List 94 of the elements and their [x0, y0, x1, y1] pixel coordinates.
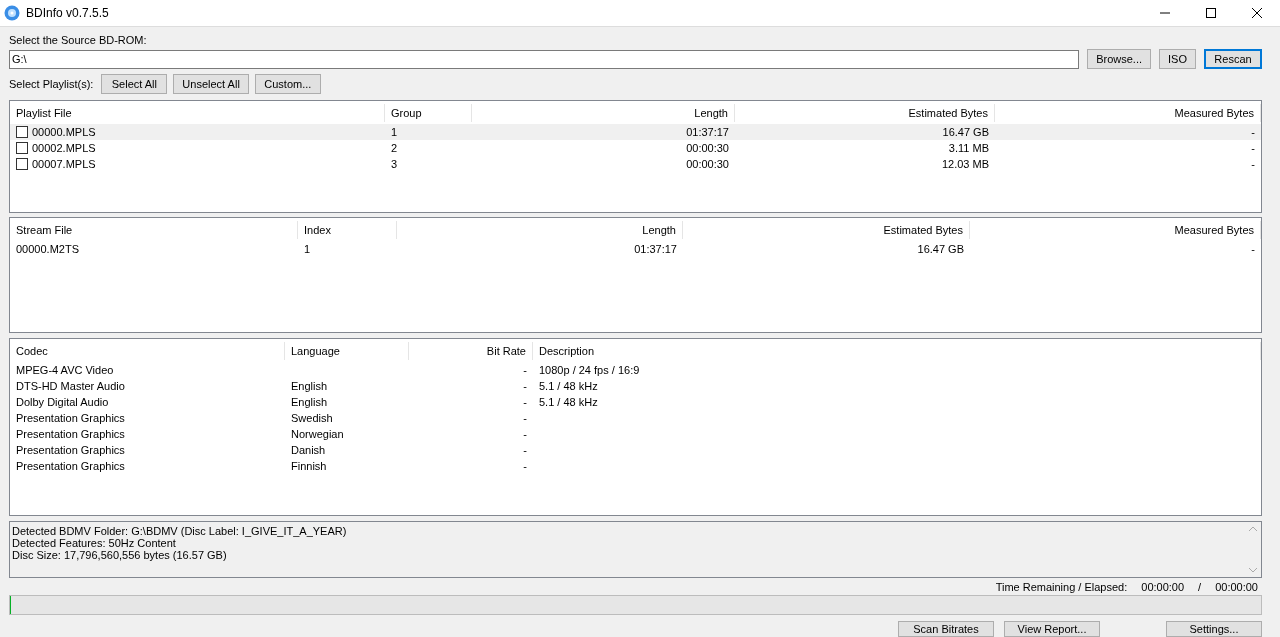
list-row[interactable]: DTS-HD Master Audio English - 5.1 / 48 kHz	[10, 378, 1261, 394]
footer-button[interactable]: Settings...	[1166, 621, 1262, 637]
table-cell: -	[523, 412, 527, 424]
info-text: Detected BDMV Folder: G:\BDMV (Disc Label: I_GIVE_IT_A_YEAR)	[12, 525, 348, 537]
table-cell: 1	[304, 243, 311, 255]
column-header[interactable]: Codec	[10, 341, 285, 360]
table-cell: -	[1251, 142, 1255, 154]
column-header[interactable]: Length	[472, 103, 735, 122]
list-row[interactable]: Presentation Graphics Swedish -	[10, 410, 1261, 426]
table-cell: -	[523, 428, 527, 440]
table-cell: Norwegian	[291, 428, 344, 440]
table-cell: 16.47 GB	[917, 243, 964, 255]
info-text: Disc Size: 17,796,560,556 bytes (16.57 GB)	[12, 549, 228, 561]
column-header[interactable]: Description	[533, 341, 1261, 360]
table-cell: -	[1251, 158, 1255, 170]
checkbox[interactable]	[16, 158, 28, 170]
list-row[interactable]: 00007.MPLS 3 00:00:30 12.03 MB -	[10, 156, 1261, 172]
playlist-button[interactable]: Unselect All	[173, 74, 249, 94]
table-cell: 5.1 / 48 kHz	[539, 380, 598, 392]
table-cell: 2	[391, 142, 398, 154]
table-cell: 3.11 MB	[948, 142, 989, 154]
table-cell: 00:00:30	[686, 158, 729, 170]
source-button[interactable]: ISO	[1159, 49, 1196, 69]
table-cell: Swedish	[291, 412, 333, 424]
column-header[interactable]: Estimated Bytes	[735, 103, 995, 122]
list-row[interactable]: Presentation Graphics Finnish -	[10, 458, 1261, 474]
table-cell: 16.47 GB	[942, 126, 989, 138]
window-title: BDInfo v0.7.5.5	[26, 6, 109, 20]
column-header[interactable]: Measured Bytes	[970, 220, 1261, 239]
time-separator: /	[1198, 580, 1202, 593]
column-header[interactable]: Playlist File	[10, 103, 385, 122]
table-cell: Dolby Digital Audio	[16, 396, 109, 408]
table-cell: 1080p / 24 fps / 16:9	[539, 364, 640, 376]
table-cell: Presentation Graphics	[16, 428, 125, 440]
table-cell: Presentation Graphics	[16, 444, 125, 456]
playlist-label: Select Playlist(s):	[9, 77, 94, 91]
list-row[interactable]: 00000.M2TS 1 01:37:17 16.47 GB -	[10, 241, 1261, 257]
table-cell: Finnish	[291, 460, 327, 472]
playlist-button[interactable]: Custom...	[254, 74, 321, 94]
table-cell: 00:00:30	[686, 142, 729, 154]
table-cell: -	[1251, 243, 1255, 255]
table-cell: 00007.MPLS	[32, 158, 96, 170]
column-header[interactable]: Measured Bytes	[995, 103, 1261, 122]
table-cell: Presentation Graphics	[16, 412, 125, 424]
table-cell: Presentation Graphics	[16, 460, 125, 472]
table-cell: 12.03 MB	[941, 158, 989, 170]
table-cell: 5.1 / 48 kHz	[539, 396, 598, 408]
column-header[interactable]: Language	[285, 341, 409, 360]
table-cell: 01:37:17	[686, 126, 729, 138]
table-cell: English	[291, 396, 328, 408]
column-header[interactable]: Group	[385, 103, 472, 122]
source-path-field[interactable]: G:\	[9, 49, 1080, 69]
footer-button[interactable]: Scan Bitrates	[898, 621, 994, 637]
playlist-button[interactable]: Select All	[101, 74, 168, 94]
table-cell: English	[291, 380, 328, 392]
column-header[interactable]: Stream File	[10, 220, 298, 239]
table-cell: Danish	[291, 444, 326, 456]
table-cell: -	[523, 444, 527, 456]
table-cell: 01:37:17	[634, 243, 677, 255]
column-header[interactable]: Bit Rate	[409, 341, 533, 360]
selected-row[interactable]: 00000.MPLS 1 01:37:17 16.47 GB -	[10, 124, 1261, 140]
table-cell: 1	[391, 126, 398, 138]
list-row[interactable]: 00002.MPLS 2 00:00:30 3.11 MB -	[10, 140, 1261, 156]
list-row[interactable]: Presentation Graphics Norwegian -	[10, 426, 1261, 442]
checkbox[interactable]	[16, 142, 28, 154]
close-icon[interactable]	[1252, 8, 1262, 18]
time-elapsed: 00:00:00	[1215, 580, 1258, 593]
time-label: Time Remaining / Elapsed:	[995, 580, 1128, 593]
source-button[interactable]: Browse...	[1087, 49, 1152, 69]
table-cell: -	[523, 460, 527, 472]
table-cell: 00002.MPLS	[32, 142, 96, 154]
table-cell: -	[523, 380, 527, 392]
column-header[interactable]: Length	[397, 220, 683, 239]
maximize-icon[interactable]	[1206, 8, 1216, 18]
column-header[interactable]: Index	[298, 220, 397, 239]
checkbox[interactable]	[16, 126, 28, 138]
table-cell: 00000.MPLS	[32, 126, 96, 138]
info-text: Detected Features: 50Hz Content	[12, 537, 177, 549]
source-label: Select the Source BD-ROM:	[9, 33, 148, 47]
table-cell: -	[1251, 126, 1255, 138]
table-cell: -	[523, 364, 527, 376]
table-cell: DTS-HD Master Audio	[16, 380, 125, 392]
footer-button[interactable]: View Report...	[1004, 621, 1100, 637]
time-remaining: 00:00:00	[1141, 580, 1185, 593]
table-cell: -	[523, 396, 527, 408]
list-row[interactable]: Dolby Digital Audio English - 5.1 / 48 kHz	[10, 394, 1261, 410]
table-cell: MPEG-4 AVC Video	[16, 364, 114, 376]
disc-icon	[4, 5, 20, 21]
list-row[interactable]: Presentation Graphics Danish -	[10, 442, 1261, 458]
column-header[interactable]: Estimated Bytes	[683, 220, 970, 239]
table-cell: 00000.M2TS	[16, 243, 79, 255]
list-row[interactable]: MPEG-4 AVC Video - 1080p / 24 fps / 16:9	[10, 362, 1261, 378]
source-button[interactable]: Rescan	[1204, 49, 1262, 69]
table-cell: 3	[391, 158, 398, 170]
